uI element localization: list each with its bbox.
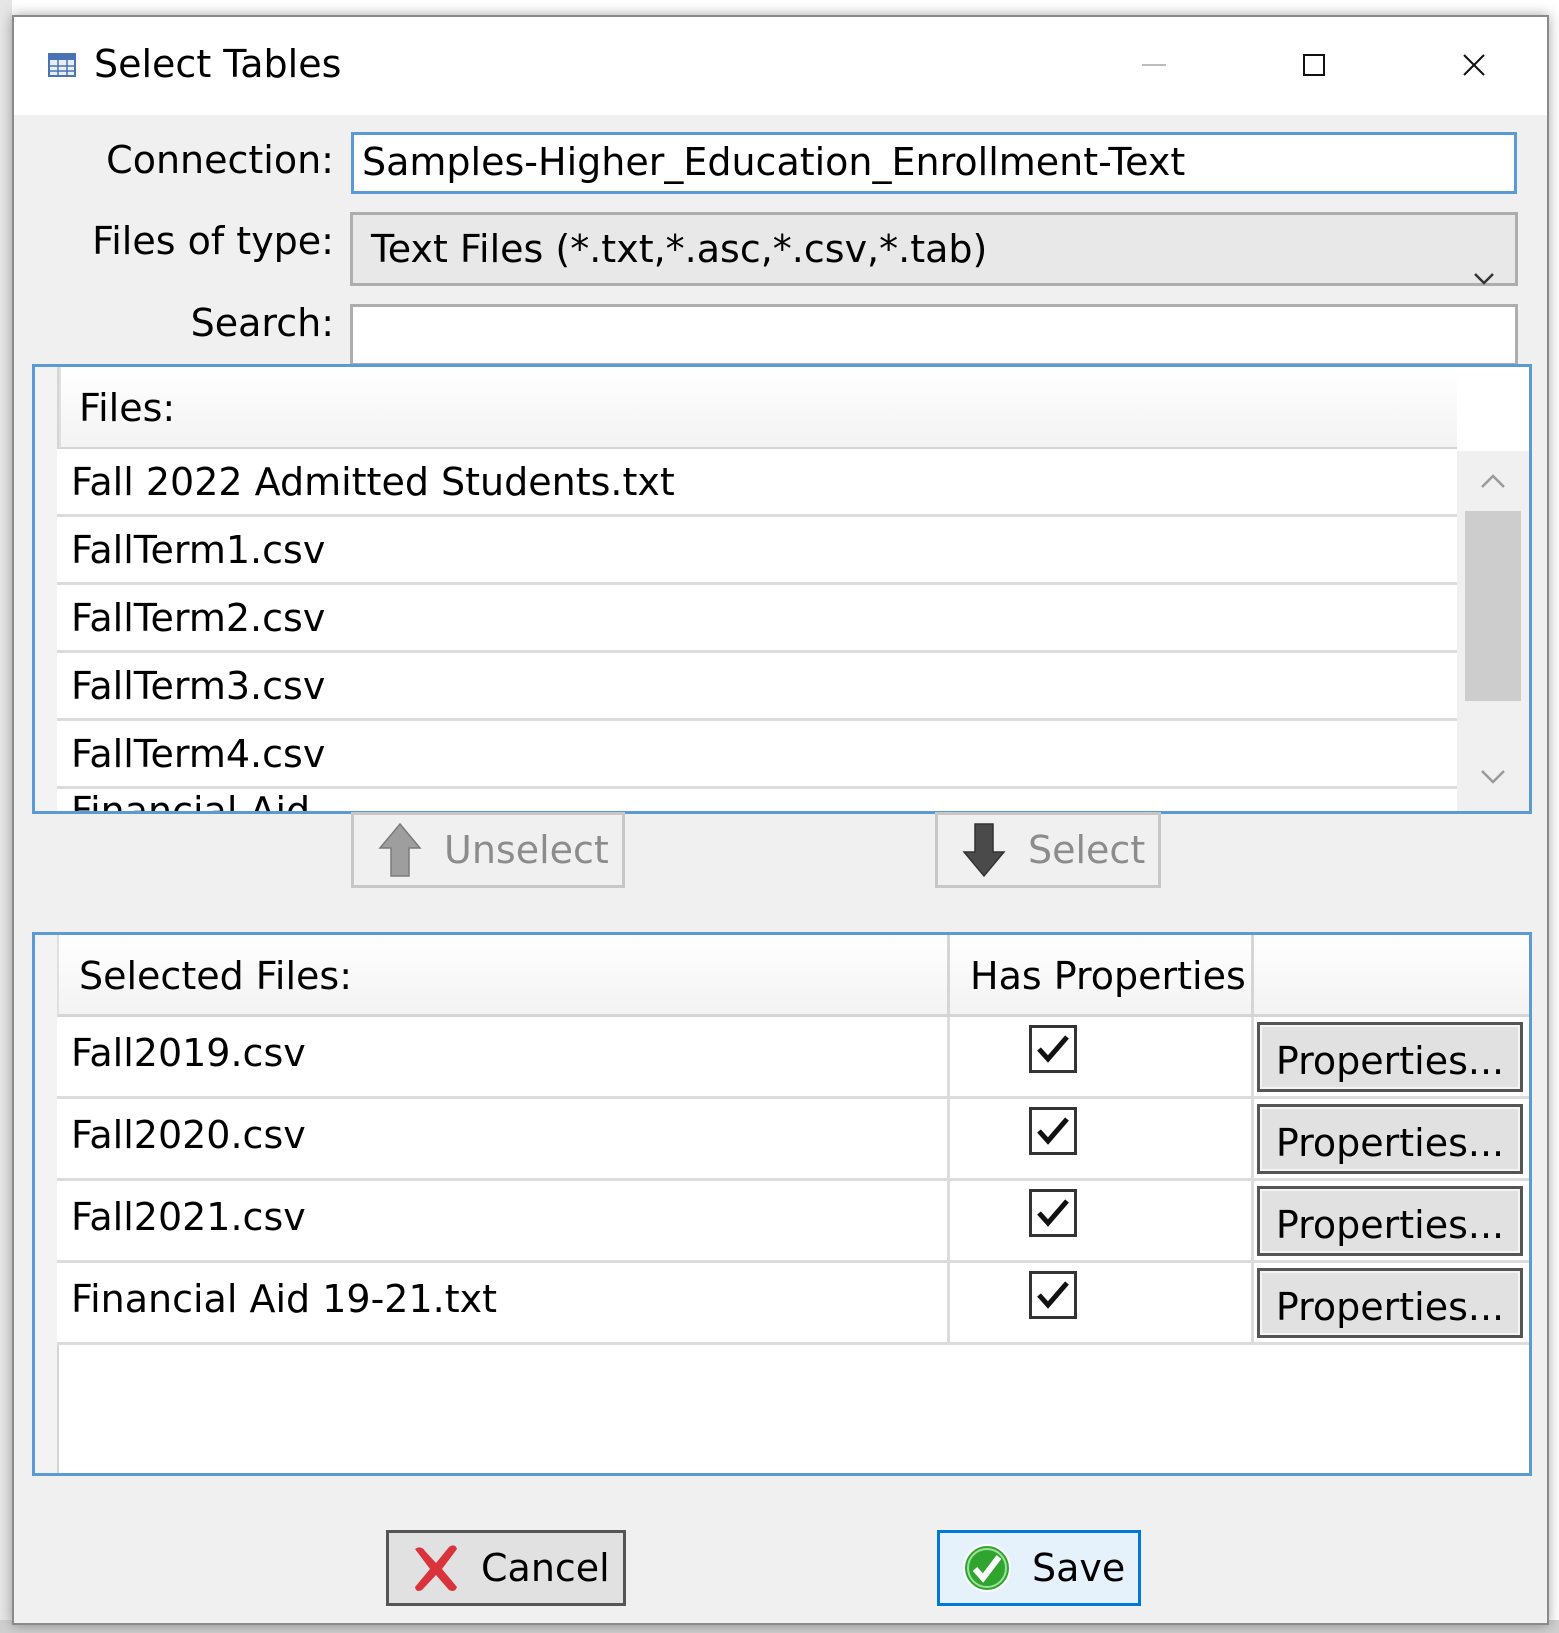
window-title: Select Tables (94, 42, 342, 86)
select-label: Select (1028, 828, 1146, 872)
button-column-header (1251, 935, 1529, 1017)
column-divider (947, 1263, 950, 1342)
column-divider (1251, 1017, 1254, 1096)
has-properties-header: Has Properties (947, 935, 1251, 1017)
search-input[interactable] (350, 304, 1518, 366)
cancel-x-icon (411, 1543, 461, 1593)
column-divider (1251, 1263, 1254, 1342)
files-of-type-label: Files of type: (92, 219, 334, 263)
properties-button[interactable]: Properties... (1257, 1104, 1523, 1174)
column-divider (947, 1099, 950, 1178)
table-row: Fall2021.csv Properties... (57, 1181, 1529, 1263)
unselect-label: Unselect (444, 828, 609, 872)
checkmark-icon (1037, 1199, 1069, 1227)
table-row: Financial Aid 19-21.txt Properties... (57, 1263, 1529, 1345)
selected-file-name: Financial Aid 19-21.txt (71, 1277, 498, 1321)
file-list-item[interactable]: Fall 2022 Admitted Students.txt (57, 449, 1457, 517)
maximize-button[interactable] (1254, 37, 1374, 93)
column-divider (1251, 1181, 1254, 1260)
has-properties-checkbox[interactable] (1029, 1189, 1077, 1237)
search-label: Search: (190, 301, 334, 345)
properties-button[interactable]: Properties... (1257, 1268, 1523, 1338)
unselect-button[interactable]: Unselect (351, 812, 625, 888)
arrow-up-icon (378, 822, 422, 878)
table-icon (48, 53, 76, 77)
has-properties-checkbox[interactable] (1029, 1025, 1077, 1073)
has-properties-checkbox[interactable] (1029, 1107, 1077, 1155)
minimize-button[interactable] (1094, 37, 1214, 93)
properties-button[interactable]: Properties... (1257, 1186, 1523, 1256)
background-strip (0, 0, 12, 1633)
chevron-down-icon (1481, 770, 1505, 784)
selected-files-table: Selected Files: Has Properties Fall2019.… (32, 932, 1532, 1476)
files-scrollbar[interactable] (1457, 451, 1529, 811)
files-of-type-select[interactable]: Text Files (*.txt,*.asc,*.csv,*.tab) (350, 212, 1518, 286)
file-list-item[interactable]: FallTerm3.csv (57, 653, 1457, 721)
checkmark-icon (1037, 1281, 1069, 1309)
title-bar: Select Tables (14, 17, 1547, 115)
connection-label: Connection: (106, 138, 334, 182)
table-row: Fall2019.csv Properties... (57, 1017, 1529, 1099)
file-list-item[interactable]: Financial Aid (57, 789, 1457, 811)
files-of-type-value: Text Files (*.txt,*.asc,*.csv,*.tab) (371, 227, 988, 271)
has-properties-checkbox[interactable] (1029, 1271, 1077, 1319)
scroll-thumb[interactable] (1465, 511, 1521, 701)
select-tables-dialog: Select Tables Connection: Files of type:… (12, 15, 1549, 1625)
checkmark-icon (1037, 1035, 1069, 1063)
save-label: Save (1032, 1546, 1126, 1590)
save-button[interactable]: Save (937, 1530, 1141, 1606)
selected-file-name: Fall2021.csv (71, 1195, 306, 1239)
selected-files-header: Selected Files: (57, 935, 947, 1017)
select-button[interactable]: Select (935, 812, 1161, 888)
files-list: Files: Fall 2022 Admitted Students.txt F… (32, 364, 1532, 814)
close-button[interactable] (1414, 37, 1534, 93)
cancel-label: Cancel (481, 1546, 610, 1590)
column-divider (1251, 1099, 1254, 1178)
file-list-item[interactable]: FallTerm1.csv (57, 517, 1457, 585)
close-icon (1463, 54, 1485, 76)
chevron-up-icon (1481, 474, 1505, 488)
connection-field[interactable]: Samples-Higher_Education_Enrollment-Text (351, 132, 1517, 194)
row-header-column (35, 935, 59, 1473)
selected-file-name: Fall2019.csv (71, 1031, 306, 1075)
column-divider (947, 1181, 950, 1260)
selected-file-name: Fall2020.csv (71, 1113, 306, 1157)
arrow-down-icon (962, 822, 1006, 878)
table-row: Fall2020.csv Properties... (57, 1099, 1529, 1181)
scroll-up-button[interactable] (1457, 451, 1529, 511)
maximize-icon (1303, 54, 1325, 76)
row-header-column (35, 367, 59, 811)
files-header: Files: (59, 367, 1457, 449)
save-check-icon (962, 1543, 1012, 1593)
minimize-icon (1142, 64, 1166, 66)
cancel-button[interactable]: Cancel (386, 1530, 626, 1606)
scroll-down-button[interactable] (1457, 747, 1529, 807)
checkmark-icon (1037, 1117, 1069, 1145)
column-divider (947, 1017, 950, 1096)
chevron-down-icon (1473, 239, 1495, 307)
file-list-item[interactable]: FallTerm2.csv (57, 585, 1457, 653)
file-list-item[interactable]: FallTerm4.csv (57, 721, 1457, 789)
properties-button[interactable]: Properties... (1257, 1022, 1523, 1092)
